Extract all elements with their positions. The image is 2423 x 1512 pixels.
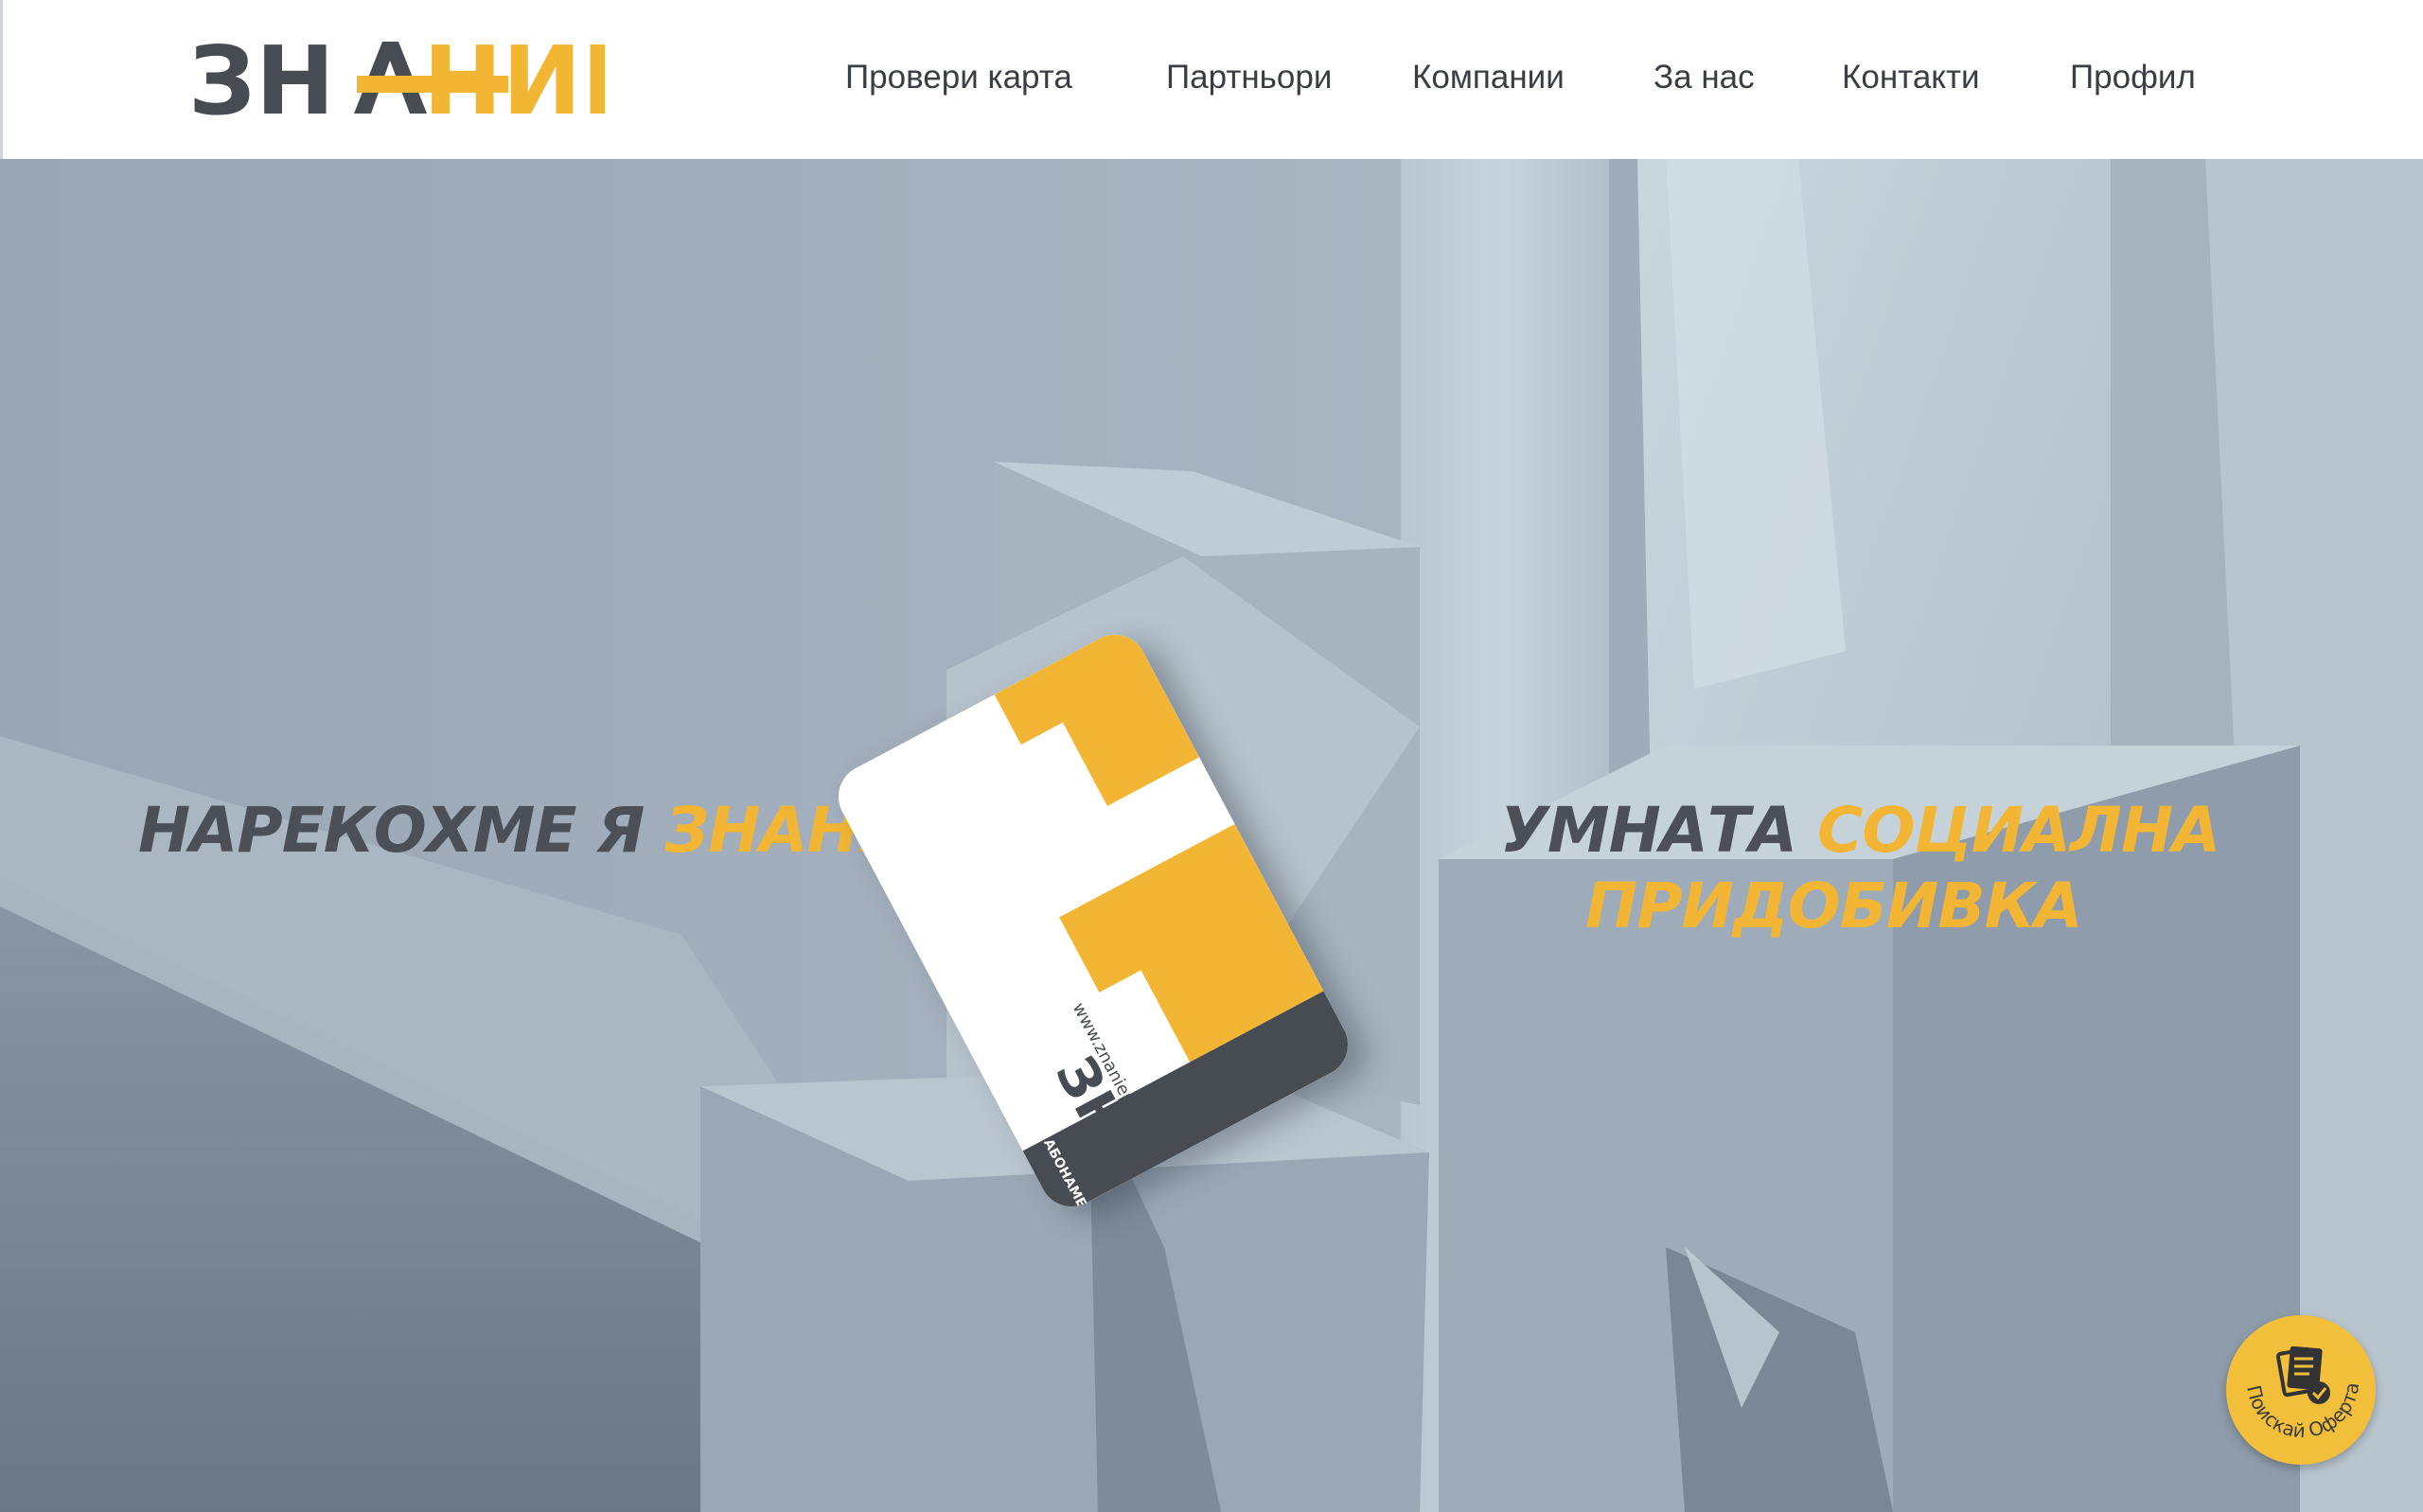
hero-headline-right-dark: УМНАТА [1500,794,1817,867]
nav-partners[interactable]: Партньори [1166,55,1332,100]
nav-about[interactable]: За нас [1654,55,1755,100]
hero-headline-right: УМНАТА СОЦИАЛНА [1500,793,2220,869]
hero-headline-right-yellow-2: ПРИДОБИВКА [1585,870,2083,942]
site-logo[interactable]: ЗН НИЕ [188,26,646,136]
page: ЗН НИЕ Провери карта Партньори Компании … [0,0,2423,1512]
logo-letters-dark: ЗН [188,34,335,125]
hero-section: НАРЕКОХМЕ Я ЗНАНИЕ+ УМНАТА СОЦИАЛНА ПРИД… [0,159,2423,1512]
nav-companies[interactable]: Компании [1412,55,1565,100]
nav-profile[interactable]: Профил [2070,55,2196,100]
hero-headline-left-dark: НАРЕКОХМЕ Я [138,794,665,867]
site-header: ЗН НИЕ Провери карта Партньори Компании … [0,0,2423,159]
logo-graphic: ЗН НИЕ [188,26,646,136]
nav-check-card[interactable]: Провери карта [845,55,1072,100]
logo-letters-yellow: НИЕ [423,34,605,125]
hero-headline-right-yellow-1: СОЦИАЛНА [1816,794,2220,867]
request-offer-graphic: Поискай Оферта [2242,1345,2363,1442]
nav-contacts[interactable]: Контакти [1842,55,1980,100]
documents-check-icon [2275,1345,2330,1404]
request-offer-button[interactable]: Поискай Оферта [2226,1315,2376,1465]
